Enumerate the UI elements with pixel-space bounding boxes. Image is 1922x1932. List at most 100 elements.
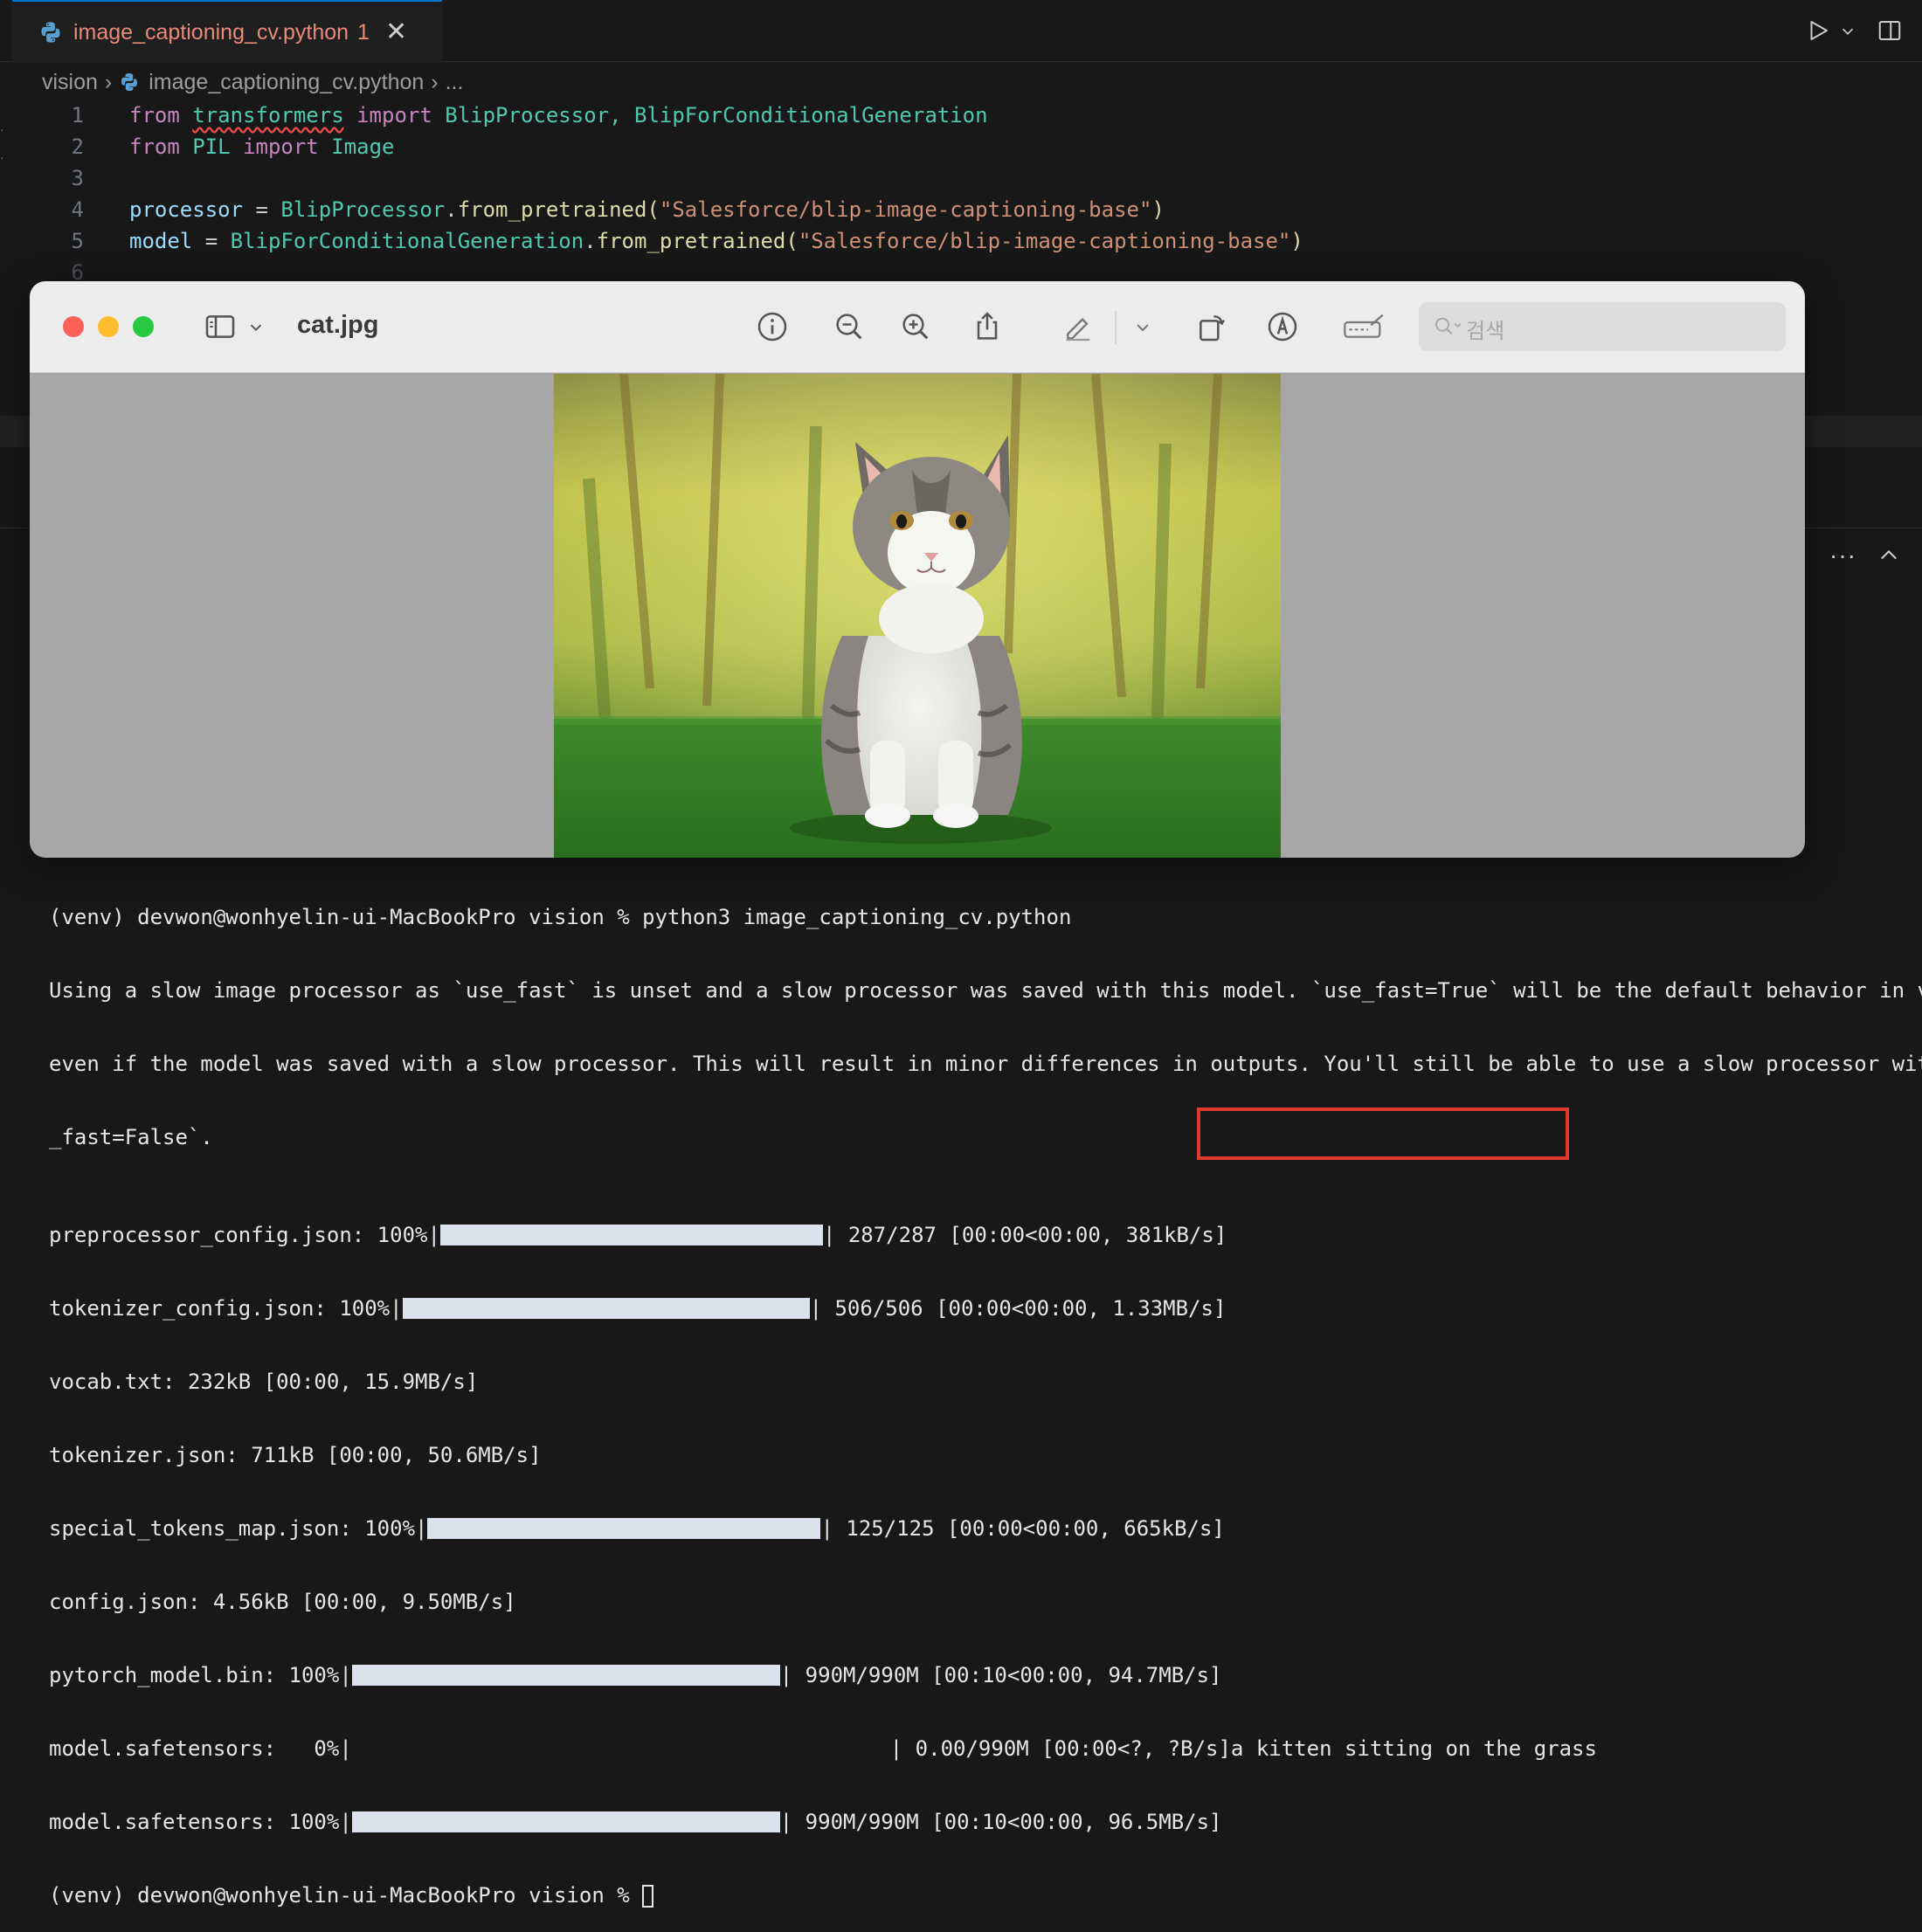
- download-label: special_tokens_map.json: 100%|: [49, 1516, 428, 1541]
- progress-bar: [439, 1225, 823, 1245]
- terminal-line: _fast=False`.: [49, 1125, 213, 1149]
- code-line: 2 from PIL import Image: [0, 131, 1922, 162]
- highlight-pen-icon[interactable]: [1061, 309, 1096, 344]
- terminal-cursor: [642, 1885, 654, 1908]
- chevron-down-icon[interactable]: [1132, 309, 1153, 344]
- prompt-text: (venv) devwon@wonhyelin-ui-MacBookPro vi…: [49, 1883, 643, 1908]
- zoom-out-icon[interactable]: [832, 309, 867, 344]
- download-label: model.safetensors: 100%|: [49, 1810, 352, 1834]
- line-number: 4: [71, 197, 84, 222]
- editor-tab-bar: image_captioning_cv.python 1 ✕: [0, 0, 1922, 63]
- breadcrumb: vision › image_captioning_cv.python › ..…: [42, 66, 463, 98]
- keyword: import: [243, 135, 319, 159]
- preview-window: cat.jpg 검색: [30, 281, 1805, 858]
- terminal-output[interactable]: (venv) devwon@wonhyelin-ui-MacBookPro vi…: [49, 856, 1922, 1932]
- run-icon[interactable]: [1805, 17, 1831, 44]
- caption-output: a kitten sitting on the grass: [1230, 1736, 1597, 1761]
- python-file-icon: [121, 73, 138, 91]
- line-number: 3: [71, 166, 84, 190]
- download-line: vocab.txt: 232kB [00:00, 15.9MB/s]: [49, 1370, 1922, 1394]
- sidebar-icon[interactable]: [203, 309, 238, 344]
- download-label: preprocessor_config.json: 100%|: [49, 1223, 440, 1247]
- tab-close-icon[interactable]: ✕: [385, 19, 407, 45]
- line-number: 1: [71, 103, 84, 128]
- chevron-right-icon: ›: [431, 69, 439, 94]
- minimize-window-button[interactable]: [98, 316, 119, 337]
- imported-names: BlipProcessor, BlipForConditionalGenerat…: [445, 103, 988, 128]
- download-label: vocab.txt: 232kB [00:00, 15.9MB/s]: [49, 1370, 479, 1394]
- paren: ): [1151, 197, 1165, 222]
- operator: =: [243, 197, 281, 222]
- zoom-in-icon[interactable]: [898, 309, 933, 344]
- download-label: tokenizer_config.json: 100%|: [49, 1296, 403, 1321]
- preview-toolbar: cat.jpg 검색: [30, 281, 1805, 373]
- zoom-window-button[interactable]: [133, 316, 154, 337]
- line-number: 2: [71, 135, 84, 159]
- download-stats: | 0.00/990M [00:00<?, ?B/s]: [889, 1736, 1231, 1761]
- tab-image-captioning[interactable]: image_captioning_cv.python 1 ✕: [12, 0, 442, 63]
- download-stats: | 990M/990M [00:10<00:00, 94.7MB/s]: [779, 1663, 1222, 1687]
- download-label: model.safetensors: 0%|: [49, 1736, 352, 1761]
- string-literal: "Salesforce/blip-image-captioning-base": [798, 229, 1291, 253]
- imported-names: Image: [331, 135, 395, 159]
- keyword: from: [129, 135, 180, 159]
- signature-icon[interactable]: [1342, 309, 1386, 344]
- code-line: 3: [0, 162, 1922, 194]
- download-line: pytorch_model.bin: 100%| | 990M/990M [00:…: [49, 1663, 1922, 1687]
- more-actions-icon[interactable]: ···: [1829, 542, 1856, 569]
- rotate-icon[interactable]: [1193, 309, 1228, 344]
- toolbar-divider: [1115, 311, 1117, 344]
- markup-icon[interactable]: [1265, 309, 1300, 344]
- terminal-line: (venv) devwon@wonhyelin-ui-MacBookPro vi…: [49, 905, 1072, 929]
- download-label: tokenizer.json: 711kB [00:00, 50.6MB/s]: [49, 1443, 542, 1467]
- download-stats: | 125/125 [00:00<00:00, 665kB/s]: [820, 1516, 1225, 1541]
- chevron-right-icon: ›: [104, 69, 113, 94]
- chevron-down-icon[interactable]: [1838, 17, 1857, 44]
- variable: model: [129, 229, 193, 253]
- search-placeholder: 검색: [1466, 320, 1505, 343]
- download-label: pytorch_model.bin: 100%|: [49, 1663, 352, 1687]
- paren: (: [785, 229, 799, 253]
- terminal-prompt: (venv) devwon@wonhyelin-ui-MacBookPro vi…: [49, 1883, 1922, 1908]
- code-editor[interactable]: 1 from transformers import BlipProcessor…: [0, 100, 1922, 288]
- download-label: config.json: 4.56kB [00:00, 9.50MB/s]: [49, 1590, 516, 1614]
- code-line: 5 model = BlipForConditionalGeneration.f…: [0, 225, 1922, 257]
- module-name: PIL: [192, 135, 231, 159]
- paren: ): [1290, 229, 1303, 253]
- breadcrumb-more[interactable]: ...: [446, 70, 464, 95]
- operator: .: [445, 197, 458, 222]
- breadcrumb-folder[interactable]: vision: [42, 70, 98, 95]
- variable: processor: [129, 197, 244, 222]
- preview-title: cat.jpg: [297, 311, 379, 339]
- tab-problem-count: 1: [357, 19, 370, 45]
- operator: .: [584, 229, 597, 253]
- download-stats: | 506/506 [00:00<00:00, 1.33MB/s]: [809, 1296, 1227, 1321]
- share-icon[interactable]: [970, 309, 1005, 344]
- breadcrumb-file[interactable]: image_captioning_cv.python: [149, 70, 424, 95]
- chevron-down-icon[interactable]: [246, 309, 266, 344]
- progress-bar: [402, 1298, 810, 1319]
- chevron-up-icon[interactable]: [1877, 543, 1901, 568]
- download-line: model.safetensors: 0%| | 0.00/990M [00:00…: [49, 1736, 1922, 1761]
- download-line: config.json: 4.56kB [00:00, 9.50MB/s]: [49, 1590, 1922, 1614]
- close-window-button[interactable]: [63, 316, 84, 337]
- download-line: special_tokens_map.json: 100%| | 125/125 …: [49, 1516, 1922, 1541]
- progress-bar: [351, 1811, 780, 1832]
- download-stats: | 990M/990M [00:10<00:00, 96.5MB/s]: [779, 1810, 1222, 1834]
- function-name: from_pretrained: [457, 197, 647, 222]
- split-editor-icon[interactable]: [1877, 17, 1903, 44]
- download-stats: | 287/287 [00:00<00:00, 381kB/s]: [822, 1223, 1227, 1247]
- python-file-icon: [41, 22, 60, 43]
- search-field[interactable]: 검색: [1419, 302, 1786, 351]
- info-icon[interactable]: [755, 309, 790, 344]
- cat-photo: [554, 374, 1281, 858]
- download-line: model.safetensors: 100%| | 990M/990M [00:…: [49, 1810, 1922, 1834]
- operator: =: [192, 229, 231, 253]
- code-line: 4 processor = BlipProcessor.from_pretrai…: [0, 194, 1922, 225]
- progress-bar: [427, 1518, 821, 1539]
- keyword: from: [129, 103, 180, 128]
- string-literal: "Salesforce/blip-image-captioning-base": [659, 197, 1152, 222]
- progress-bar: [351, 1665, 780, 1686]
- download-line: tokenizer.json: 711kB [00:00, 50.6MB/s]: [49, 1443, 1922, 1467]
- caption-highlight-box: [1197, 1107, 1569, 1160]
